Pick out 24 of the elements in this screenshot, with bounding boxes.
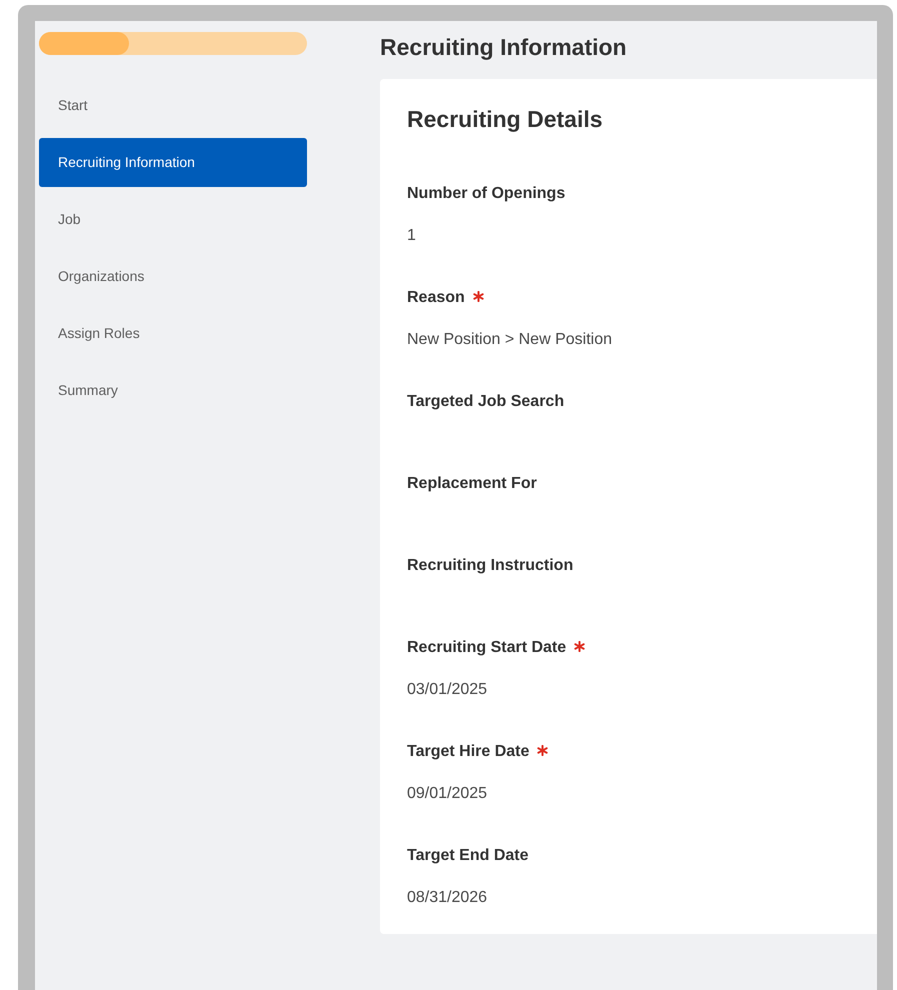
field-label: Reason bbox=[407, 288, 465, 308]
field-value: 08/31/2026 bbox=[407, 888, 488, 908]
field-label: Recruiting Start Date bbox=[407, 638, 566, 658]
step-item[interactable]: Start bbox=[39, 81, 307, 130]
required-icon bbox=[472, 290, 484, 302]
card-title: Recruiting Details bbox=[407, 107, 603, 131]
field-label: Targeted Job Search bbox=[407, 392, 564, 412]
step-item[interactable]: Organizations bbox=[39, 252, 307, 301]
field-value: 09/01/2025 bbox=[407, 784, 488, 804]
page-title: Recruiting Information bbox=[380, 33, 627, 62]
field-label: Target Hire Date bbox=[407, 742, 530, 762]
field-label: Target End Date bbox=[407, 846, 528, 866]
step-item[interactable]: Recruiting Information bbox=[39, 138, 307, 187]
field-value: 1 bbox=[407, 226, 416, 246]
step-item[interactable]: Job bbox=[39, 195, 307, 244]
step-item[interactable]: Summary bbox=[39, 366, 307, 415]
field-label: Number of Openings bbox=[407, 184, 566, 204]
step-item[interactable]: Assign Roles bbox=[39, 309, 307, 358]
field-value: 03/01/2025 bbox=[407, 680, 488, 700]
field-label: Replacement For bbox=[407, 474, 537, 494]
required-icon bbox=[537, 744, 548, 756]
field-value: New Position > New Position bbox=[407, 330, 612, 350]
required-icon bbox=[574, 640, 586, 652]
field-label: Recruiting Instruction bbox=[407, 556, 574, 576]
